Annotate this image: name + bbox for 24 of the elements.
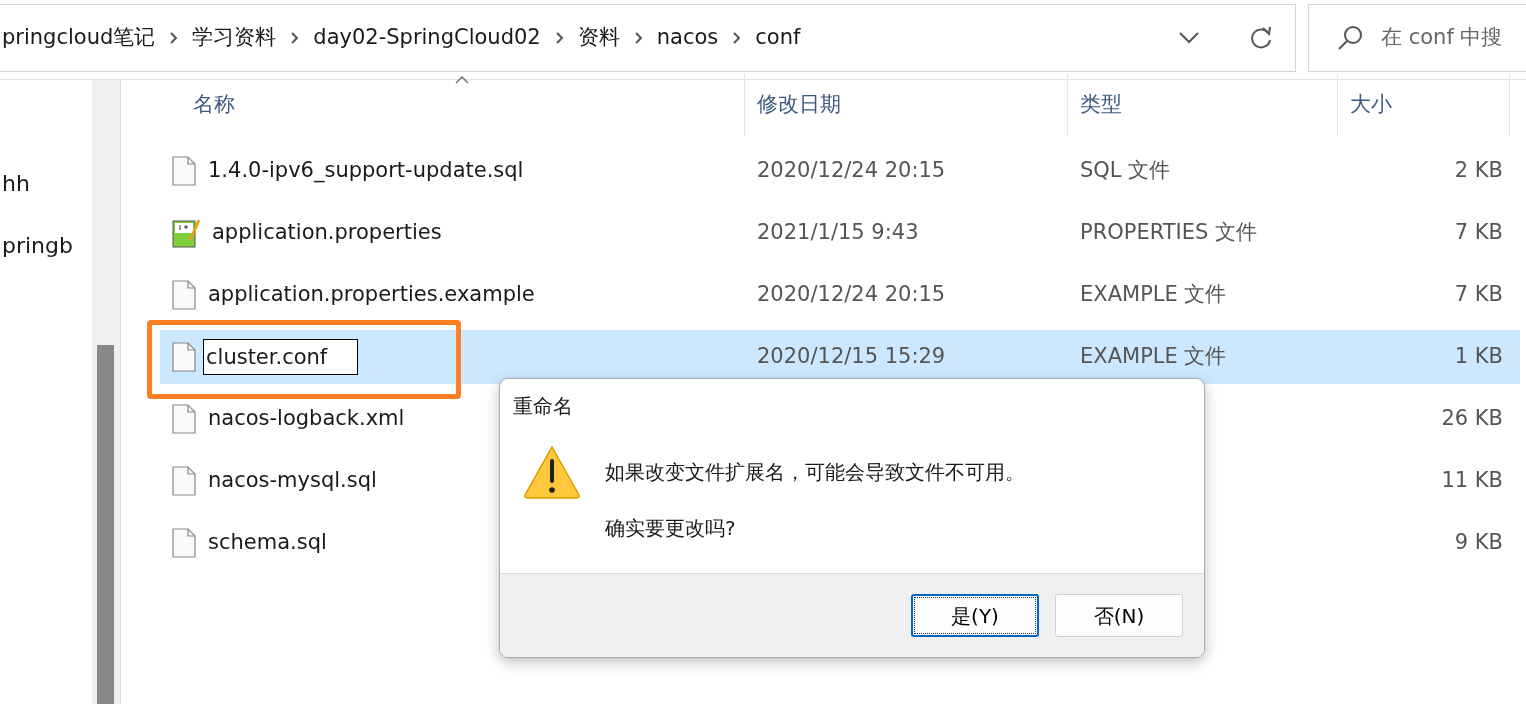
file-size: 9 KB [1454, 530, 1503, 555]
modified-date: 2021/1/15 9:43 [757, 220, 919, 245]
file-type: PROPERTIES 文件 [1080, 220, 1258, 245]
file-size: 2 KB [1454, 158, 1503, 183]
modified-date: 2020/12/24 20:15 [757, 158, 946, 183]
file-name: application.properties [212, 219, 442, 247]
file-type: EXAMPLE 文件 [1080, 344, 1227, 369]
file-size: 7 KB [1454, 282, 1503, 307]
file-type: EXAMPLE 文件 [1080, 282, 1227, 307]
file-size: 1 KB [1454, 344, 1503, 369]
file-name: schema.sql [208, 529, 327, 557]
file-size: 11 KB [1441, 468, 1503, 493]
file-name: nacos-mysql.sql [208, 467, 377, 495]
file-name: nacos-logback.xml [208, 405, 405, 433]
dialog-question: 确实要更改吗? [605, 515, 737, 542]
modified-date: 2020/12/15 15:29 [757, 344, 946, 369]
file-name: application.properties.example [208, 281, 535, 309]
file-type: SQL 文件 [1080, 158, 1171, 183]
dialog-message: 如果改变文件扩展名，可能会导致文件不可用。 [605, 459, 1025, 486]
file-name: 1.4.0-ipv6_support-update.sql [208, 157, 524, 185]
modified-date: 2020/12/24 20:15 [757, 282, 946, 307]
file-size: 7 KB [1454, 220, 1503, 245]
file-size: 26 KB [1441, 406, 1503, 431]
dialog-title: 重命名 [512, 393, 574, 420]
